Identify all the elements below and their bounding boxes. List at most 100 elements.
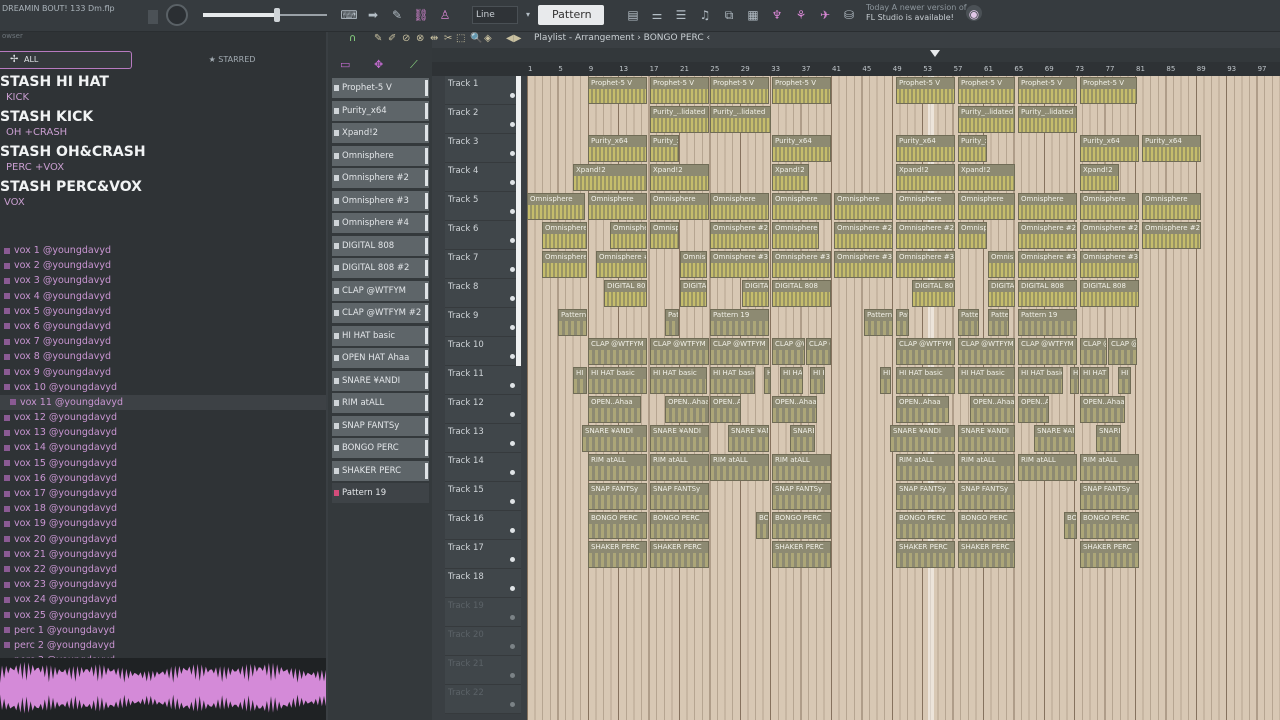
playlist-clip[interactable]: Purity_..lidated: [958, 106, 1015, 133]
playlist-icon[interactable]: ▤: [624, 6, 642, 24]
track-enable-dot[interactable]: [510, 383, 515, 388]
playlist-clip[interactable]: HI HAT basic: [810, 367, 825, 394]
track-header[interactable]: Track 17: [445, 540, 521, 569]
playlist-clip[interactable]: Omnisphere #3: [896, 251, 955, 278]
playlist-clip[interactable]: SHAKER PERC: [1080, 541, 1139, 568]
playlist-clip[interactable]: DIGITAL 808: [772, 280, 831, 307]
folder-vox[interactable]: VOX: [4, 197, 25, 208]
playlist-clip[interactable]: Pattern 19: [710, 309, 769, 336]
playlist-clip[interactable]: Omnisphere #2: [834, 222, 893, 249]
playlist-clip[interactable]: Omnisphere: [896, 193, 955, 220]
track-header[interactable]: Track 22: [445, 685, 521, 714]
playlist-clip[interactable]: HI HAT basic: [896, 367, 955, 394]
tab-starred[interactable]: ★ STARRED: [140, 51, 324, 69]
folder-perc-vox[interactable]: PERC +VOX: [6, 162, 64, 173]
playlist-clip[interactable]: SNAP FANTSy: [896, 483, 955, 510]
playlist-menu-icon[interactable]: ◀▶: [506, 33, 521, 44]
channel-item[interactable]: Purity_x64: [332, 100, 429, 121]
playlist-clip[interactable]: Omnisphere #2: [772, 222, 819, 249]
channel-item[interactable]: CLAP @WTFYM: [332, 280, 429, 301]
playlist-clip[interactable]: RIM atALL: [1080, 454, 1139, 481]
playlist-clip[interactable]: Omnisphere #2: [1018, 222, 1077, 249]
browser-item[interactable]: vox 5 @youngdavyd: [0, 304, 326, 319]
playlist-clip[interactable]: CLAP @WTFYM: [1080, 338, 1107, 365]
playlist-clip[interactable]: BONGO PERC: [896, 512, 955, 539]
folder-stash-percvox[interactable]: STASH PERC&VOX: [0, 179, 142, 195]
playlist-clip[interactable]: OPEN..Ahaa: [772, 396, 817, 423]
playlist-clip[interactable]: CLAP @WTFYM: [806, 338, 831, 365]
playlist-clip[interactable]: HI HAT basic: [780, 367, 803, 394]
track-header[interactable]: Track 6: [445, 221, 521, 250]
playlist-clip[interactable]: SNAP FANTSy: [772, 483, 831, 510]
step-arrow-icon[interactable]: ➡: [364, 6, 382, 24]
browser-item[interactable]: vox 6 @youngdavyd: [0, 319, 326, 334]
browser-item[interactable]: vox 2 @youngdavyd: [0, 258, 326, 273]
track-enable-dot[interactable]: [510, 557, 515, 562]
playlist-clip[interactable]: HI HAT basic: [1118, 367, 1131, 394]
track-enable-dot[interactable]: [510, 238, 515, 243]
playlist-clip[interactable]: BONGO PERC: [1080, 512, 1139, 539]
magnet-snap-icon[interactable]: ∩: [349, 33, 356, 44]
playlist-clip[interactable]: SNAP FANTSy: [1080, 483, 1139, 510]
playlist-clip[interactable]: RIM atALL: [772, 454, 831, 481]
playlist-clip[interactable]: CLAP @WTFYM: [896, 338, 955, 365]
metronome-icon[interactable]: ♙: [436, 6, 454, 24]
playlist-clip[interactable]: Omnisphere #3: [988, 251, 1015, 278]
browser-item[interactable]: vox 24 @youngdavyd: [0, 592, 326, 607]
track-enable-dot[interactable]: [510, 267, 515, 272]
track-enable-dot[interactable]: [510, 586, 515, 591]
playlist-clip[interactable]: Omnisphere: [710, 193, 769, 220]
channel-item[interactable]: Xpand!2: [332, 123, 429, 143]
browser-item[interactable]: vox 23 @youngdavyd: [0, 577, 326, 592]
playlist-clip[interactable]: Pattern 19: [958, 309, 979, 336]
track-header[interactable]: Track 19: [445, 598, 521, 627]
playlist-clip[interactable]: Omnisphere: [958, 193, 1015, 220]
track-enable-dot[interactable]: [510, 354, 515, 359]
touch-controller-icon[interactable]: ⚘: [792, 6, 810, 24]
playlist-clip[interactable]: SNAP FANTSy: [588, 483, 647, 510]
bar-ruler[interactable]: 1 5 9 13 17 21 25 29 33 37 41 45 49 53 57 61 65 69 73 77 81 8…: [432, 62, 1280, 76]
playlist-clip[interactable]: Omnisphere #3: [1018, 251, 1077, 278]
folder-kick[interactable]: KICK: [6, 92, 29, 103]
track-enable-dot[interactable]: [510, 615, 515, 620]
playlist-clip[interactable]: Prophet-5 V: [1018, 77, 1077, 104]
playlist-clip[interactable]: Omnisphere #2: [958, 222, 987, 249]
track-enable-dot[interactable]: [510, 702, 515, 707]
channel-item[interactable]: SNAP FANTSy: [332, 415, 429, 436]
playlist-clip[interactable]: Pattern 19: [896, 309, 909, 336]
playlist-clip[interactable]: Purity_..lidated: [1018, 106, 1077, 133]
playlist-clip[interactable]: Omnisphere: [650, 193, 709, 220]
playlist-clip[interactable]: Prophet-5 V: [1080, 77, 1137, 104]
chevron-down-icon[interactable]: ▾: [519, 6, 537, 24]
track-enable-dot[interactable]: [510, 209, 515, 214]
playlist-clip[interactable]: CLAP @WTFYM: [958, 338, 1015, 365]
playlist-clip[interactable]: SNARE ¥ANDI: [1096, 425, 1121, 452]
playlist-clip[interactable]: BONGO PERC: [756, 512, 769, 539]
snap-mode-select[interactable]: Line: [472, 6, 518, 24]
playlist-clip[interactable]: OPEN..Ahaa: [665, 396, 709, 423]
playlist-clip[interactable]: HI HAT basic: [710, 367, 755, 394]
browser-item[interactable]: vox 10 @youngdavyd: [0, 380, 326, 395]
playlist-clip[interactable]: DIGITAL 808: [912, 280, 955, 307]
playlist-clip[interactable]: SNARE ¥ANDI: [582, 425, 647, 452]
typing-keyboard-icon[interactable]: ⌨: [340, 6, 358, 24]
folder-stash-ohcrash[interactable]: STASH OH&CRASH: [0, 144, 146, 160]
playlist-clip[interactable]: DIGITAL 808: [604, 280, 647, 307]
playlist-clip[interactable]: DIGITAL 808: [742, 280, 769, 307]
playlist-clip[interactable]: Purity_x64: [896, 135, 955, 162]
output-icon[interactable]: ✈: [816, 6, 834, 24]
playlist-clip[interactable]: Omnisphere #2: [542, 222, 587, 249]
track-header[interactable]: Track 7: [445, 250, 521, 279]
browser-item[interactable]: vox 21 @youngdavyd: [0, 547, 326, 562]
channel-item[interactable]: Omnisphere: [332, 145, 429, 166]
slice-tool-icon[interactable]: ✂: [444, 33, 452, 44]
playlist-clip[interactable]: Purity_..lidated: [650, 106, 709, 133]
channel-item[interactable]: OPEN HAT Ahaa: [332, 348, 429, 368]
playlist-clip[interactable]: HI HAT basic: [650, 367, 707, 394]
mute-tool-icon[interactable]: ⊗: [416, 33, 424, 44]
playlist-clip[interactable]: HI HAT basic: [1080, 367, 1109, 394]
browser-item[interactable]: vox 8 @youngdavyd: [0, 349, 326, 364]
playlist-clip[interactable]: SNARE ¥ANDI: [958, 425, 1015, 452]
playlist-clip[interactable]: Omnisphere #3: [680, 251, 707, 278]
track-header[interactable]: Track 11: [445, 366, 521, 395]
